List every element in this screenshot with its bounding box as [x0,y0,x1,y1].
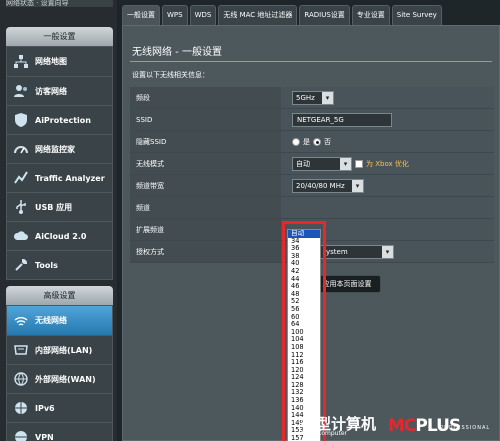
general-settings-group: 网络地图 访客网络 AiProtection 网络监控家 Traffic Ana… [6,46,113,280]
sidebar-item-traffic-monitor[interactable]: 网络监控家 [7,134,112,163]
wireless-mode-label: 无线模式 [130,153,281,174]
wireless-mode-select[interactable]: 自动 ▾ [292,156,352,171]
sidebar-item-label: 内部网络(LAN) [35,345,93,355]
hide-ssid-yes-radio[interactable] [292,137,300,146]
sidebar-item-tools[interactable]: Tools [7,250,112,279]
guest-network-icon [13,83,29,99]
row-ssid: SSID NETGEAR_5G [130,109,494,131]
general-settings-header: 一般设置 [6,27,113,46]
main-content: 一般设置 WPS WDS 无线 MAC 地址过滤器 RADIUS设置 专业设置 … [119,0,500,441]
ssid-label: SSID [130,109,281,130]
aiprotection-icon [13,112,29,128]
band-value: 5GHz [296,93,315,102]
watermark-en: MicroComputer [301,430,347,437]
bandwidth-select[interactable]: 20/40/80 MHz ▾ [292,178,364,193]
sidebar-item-wireless[interactable]: 无线网络 [7,306,112,335]
sidebar-item-network-map[interactable]: 网络地图 [7,47,112,76]
traffic-analyzer-icon [13,170,29,186]
traffic-monitor-icon [13,141,29,157]
sidebar-item-label: AiCloud 2.0 [35,231,87,241]
row-hide-ssid: 隐藏SSID 是 否 [130,131,494,153]
advanced-settings-header: 高级设置 [6,286,113,305]
chevron-down-icon: ▾ [340,157,351,170]
sidebar-item-usb[interactable]: USB 应用 [7,192,112,221]
sidebar-item-label: 外部网络(WAN) [35,374,96,384]
hide-ssid-no-label: 否 [324,137,331,146]
wireless-icon [13,313,29,329]
row-channel: 频道 [130,197,494,219]
chevron-down-icon: ▾ [322,91,333,104]
sidebar-item-vpn[interactable]: VPN [7,422,112,441]
lan-icon [13,342,29,358]
row-bandwidth: 频道带宽 20/40/80 MHz ▾ [130,175,494,197]
sidebar-item-label: 网络监控家 [35,144,75,154]
auth-label: 授权方式 [130,241,281,262]
tab-site-survey[interactable]: Site Survey [391,5,442,25]
bandwidth-value: 20/40/80 MHz [296,181,345,190]
sidebar-top-cut[interactable]: 网络状态 · 设置向导 [6,0,113,7]
tab-wds[interactable]: WDS [189,5,217,25]
row-wireless-mode: 无线模式 自动 ▾ 为 Xbox 优化 [130,153,494,175]
tab-wps[interactable]: WPS [162,5,188,25]
page-description: 设置以下无线相关信息： [132,71,209,79]
title-divider [130,61,492,62]
sidebar-item-aicloud[interactable]: AiCloud 2.0 [7,221,112,250]
hide-ssid-label: 隐藏SSID [130,131,281,152]
sidebar-item-label: Traffic Analyzer [35,173,105,183]
bandwidth-label: 频道带宽 [130,175,281,196]
tab-professional[interactable]: 专业设置 [351,5,390,25]
network-map-icon [13,54,29,70]
aicloud-icon [13,228,29,244]
sidebar-item-label: 网络地图 [35,57,67,66]
sidebar-item-guest-network[interactable]: 访客网络 [7,76,112,105]
sidebar-item-label: Tools [35,260,58,270]
usb-icon [13,199,29,215]
ext-channel-label: 扩展频道 [130,219,281,240]
sidebar-item-label: USB 应用 [35,202,73,212]
xbox-optimize-label: 为 Xbox 优化 [366,159,409,168]
sidebar-item-traffic-analyzer[interactable]: Traffic Analyzer [7,163,112,192]
wireless-mode-value: 自动 [296,159,310,168]
xbox-optimize-checkbox[interactable] [355,159,363,168]
tools-icon [13,257,29,273]
page-title: 无线网络 - 一般设置 [132,47,222,58]
sidebar-item-ipv6[interactable]: IPv6 [7,393,112,422]
auth-value: ystem [326,247,348,256]
hide-ssid-no-radio[interactable] [313,137,321,146]
ipv6-icon [13,400,29,416]
watermark-brand-a: MC [388,416,416,436]
row-band: 频段 5GHz ▾ [130,87,494,109]
sidebar-item-label: AiProtection [35,115,91,125]
channel-label: 频道 [130,197,281,218]
settings-panel: 无线网络 - 一般设置 设置以下无线相关信息： 频段 5GHz ▾ SSID NE… [122,25,500,441]
sidebar-item-wan[interactable]: 外部网络(WAN) [7,364,112,393]
sidebar-item-label: 无线网络 [35,316,67,325]
ssid-input[interactable]: NETGEAR_5G [292,112,392,127]
tab-general[interactable]: 一般设置 [122,5,160,25]
tab-radius[interactable]: RADIUS设置 [299,5,350,25]
highlight-frame [282,221,326,441]
advanced-settings-group: 无线网络 内部网络(LAN) 外部网络(WAN) IPv6 VPN [6,305,113,441]
sidebar-item-label: 访客网络 [35,86,67,96]
sidebar-item-label: VPN [35,432,54,441]
sidebar-item-label: IPv6 [35,403,55,413]
tab-bar: 一般设置 WPS WDS 无线 MAC 地址过滤器 RADIUS设置 专业设置 … [122,5,500,25]
tab-mac-filter[interactable]: 无线 MAC 地址过滤器 [218,5,298,25]
wan-icon [13,371,29,387]
hide-ssid-yes-label: 是 [303,137,310,146]
watermark-sub: PROFESSIONAL [440,425,491,431]
sidebar-item-aiprotection[interactable]: AiProtection [7,105,112,134]
chevron-down-icon: ▾ [382,245,393,258]
band-label: 频段 [130,87,281,108]
band-select[interactable]: 5GHz ▾ [292,90,334,105]
sidebar: 网络状态 · 设置向导 一般设置 网络地图 访客网络 AiProtection … [0,0,117,441]
sidebar-item-lan[interactable]: 内部网络(LAN) [7,335,112,364]
vpn-icon [13,429,29,441]
chevron-down-icon: ▾ [352,179,363,192]
